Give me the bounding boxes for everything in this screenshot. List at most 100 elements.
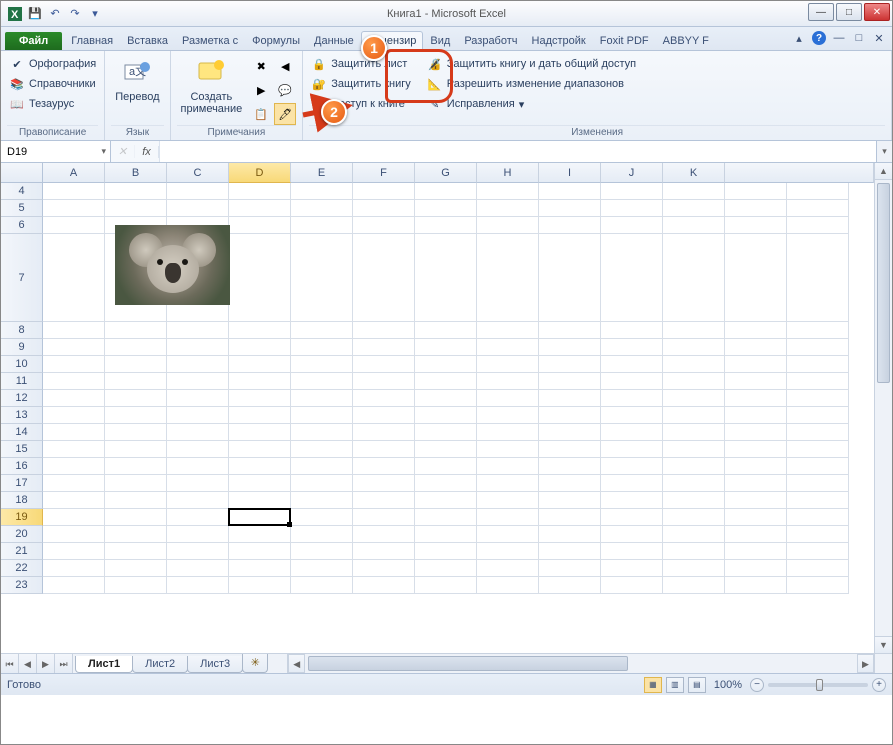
prev-sheet-button[interactable]: ◀ (19, 654, 37, 673)
zoom-out-button[interactable]: − (750, 678, 764, 692)
cell[interactable] (725, 458, 787, 475)
cell[interactable] (105, 407, 167, 424)
maximize-button[interactable]: □ (836, 3, 862, 21)
cell[interactable] (43, 492, 105, 509)
tab-file[interactable]: Файл (5, 32, 62, 50)
cell[interactable] (415, 322, 477, 339)
cell[interactable] (663, 356, 725, 373)
protect-sheet-button[interactable]: 🔒Защитить лист (309, 55, 413, 73)
cell[interactable] (787, 217, 849, 234)
cell[interactable] (787, 339, 849, 356)
column-header-G[interactable]: G (415, 163, 477, 183)
cell[interactable] (43, 183, 105, 200)
cell[interactable] (787, 183, 849, 200)
cell[interactable] (787, 526, 849, 543)
cell[interactable] (353, 509, 415, 526)
cell[interactable] (663, 475, 725, 492)
tab-foxit[interactable]: Foxit PDF (593, 31, 656, 50)
cell[interactable] (105, 200, 167, 217)
cell[interactable] (539, 475, 601, 492)
cell[interactable] (105, 492, 167, 509)
cell[interactable] (167, 492, 229, 509)
cell[interactable] (477, 339, 539, 356)
cell[interactable] (353, 356, 415, 373)
expand-formula-bar-icon[interactable]: ▾ (876, 141, 892, 162)
translate-button[interactable]: a文 Перевод (111, 55, 163, 105)
cell[interactable] (415, 183, 477, 200)
new-sheet-button[interactable]: ✳ (242, 654, 268, 673)
cell[interactable] (477, 543, 539, 560)
cell[interactable] (787, 234, 849, 322)
cell[interactable] (353, 217, 415, 234)
cell[interactable] (105, 356, 167, 373)
cell[interactable] (663, 200, 725, 217)
cell[interactable] (291, 543, 353, 560)
cell[interactable] (105, 390, 167, 407)
cell[interactable] (787, 373, 849, 390)
cell[interactable] (291, 492, 353, 509)
cell[interactable] (539, 577, 601, 594)
cell[interactable] (725, 217, 787, 234)
cell[interactable] (353, 424, 415, 441)
show-all-comments-button[interactable]: 📋 (250, 103, 272, 125)
tab-formulas[interactable]: Формулы (245, 31, 307, 50)
scroll-left-icon[interactable]: ◀ (288, 654, 305, 673)
cell[interactable] (601, 356, 663, 373)
cell[interactable] (167, 183, 229, 200)
cell[interactable] (229, 373, 291, 390)
row-header-11[interactable]: 11 (1, 373, 43, 390)
cell[interactable] (477, 390, 539, 407)
cell[interactable] (663, 234, 725, 322)
column-header-B[interactable]: B (105, 163, 167, 183)
cell[interactable] (229, 234, 291, 322)
cell[interactable] (601, 526, 663, 543)
row-header-22[interactable]: 22 (1, 560, 43, 577)
cell[interactable] (663, 217, 725, 234)
save-icon[interactable]: 💾 (27, 6, 43, 22)
select-all-corner[interactable] (1, 163, 43, 183)
cell[interactable] (601, 339, 663, 356)
cell[interactable] (539, 526, 601, 543)
cell[interactable] (787, 322, 849, 339)
cell[interactable] (477, 441, 539, 458)
cell[interactable] (663, 339, 725, 356)
cell[interactable] (725, 424, 787, 441)
cell[interactable] (787, 200, 849, 217)
show-ink-button[interactable]: 🖊 (274, 103, 296, 125)
cell[interactable] (167, 322, 229, 339)
cell[interactable] (43, 475, 105, 492)
embedded-image-koala[interactable] (115, 225, 230, 305)
cell[interactable] (415, 526, 477, 543)
tab-developer[interactable]: Разработч (457, 31, 524, 50)
cell[interactable] (105, 424, 167, 441)
cell[interactable] (167, 509, 229, 526)
qat-customize-icon[interactable]: ▾ (87, 6, 103, 22)
cell[interactable] (725, 339, 787, 356)
cell[interactable] (601, 234, 663, 322)
cell[interactable] (663, 543, 725, 560)
cell[interactable] (43, 458, 105, 475)
row-header-10[interactable]: 10 (1, 356, 43, 373)
row-header-9[interactable]: 9 (1, 339, 43, 356)
cell[interactable] (601, 458, 663, 475)
row-header-8[interactable]: 8 (1, 322, 43, 339)
sheet-tab-Лист1[interactable]: Лист1 (75, 656, 133, 673)
cell[interactable] (167, 543, 229, 560)
cell[interactable] (43, 390, 105, 407)
cell[interactable] (291, 183, 353, 200)
redo-icon[interactable]: ↷ (67, 6, 83, 22)
cell[interactable] (229, 458, 291, 475)
cell[interactable] (415, 339, 477, 356)
cell[interactable] (229, 217, 291, 234)
cell[interactable] (43, 526, 105, 543)
cell[interactable] (663, 577, 725, 594)
cell[interactable] (43, 441, 105, 458)
cell[interactable] (353, 441, 415, 458)
scroll-up-icon[interactable]: ▲ (875, 163, 892, 180)
cell[interactable] (167, 560, 229, 577)
cell[interactable] (105, 322, 167, 339)
cell[interactable] (725, 441, 787, 458)
cell[interactable] (725, 322, 787, 339)
cell[interactable] (477, 475, 539, 492)
cell[interactable] (477, 560, 539, 577)
